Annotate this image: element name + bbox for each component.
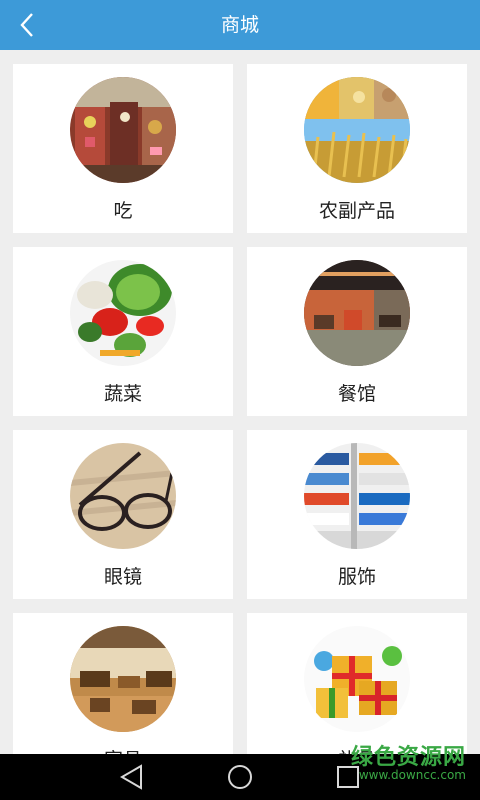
grain-harvest-image <box>304 77 410 183</box>
gift-boxes-image <box>304 626 410 732</box>
category-card-vegetables[interactable]: 蔬菜 <box>13 247 233 416</box>
category-card-furniture[interactable]: 家具 <box>13 613 233 754</box>
eyeglasses-image <box>70 443 176 549</box>
watermark-url: www.downcc.com <box>358 768 466 782</box>
category-label: 家具 <box>13 745 233 754</box>
category-card-glasses[interactable]: 眼镜 <box>13 430 233 599</box>
circle-home-icon <box>228 765 252 789</box>
category-card-gifts[interactable]: 礼品 <box>247 613 467 754</box>
app-header: 商城 <box>0 0 480 50</box>
clothing-shelf-image <box>304 443 410 549</box>
category-label: 眼镜 <box>103 566 142 588</box>
vegetables-image <box>70 260 176 366</box>
furniture-room-image <box>70 626 176 732</box>
page-title: 商城 <box>220 14 259 36</box>
category-grid: 吃 农副产品 蔬菜 餐馆 眼镜 服饰 <box>0 50 480 754</box>
category-label: 餐馆 <box>337 383 376 405</box>
watermark: 绿色资源网 www.downcc.com <box>350 745 466 782</box>
category-card-eat[interactable]: 吃 <box>13 64 233 233</box>
category-label: 蔬菜 <box>103 383 142 405</box>
watermark-title: 绿色资源网 <box>350 745 466 770</box>
category-card-farm-products[interactable]: 农副产品 <box>247 64 467 233</box>
category-label: 吃 <box>113 200 133 222</box>
triangle-back-icon <box>120 764 142 790</box>
category-card-clothing[interactable]: 服饰 <box>247 430 467 599</box>
nav-back-button[interactable] <box>116 762 148 792</box>
category-label: 农副产品 <box>318 200 395 222</box>
market-store-image <box>70 77 176 183</box>
nav-home-button[interactable] <box>224 762 256 792</box>
restaurant-interior-image <box>304 260 410 366</box>
category-card-restaurant[interactable]: 餐馆 <box>247 247 467 416</box>
category-label: 服饰 <box>337 566 376 588</box>
